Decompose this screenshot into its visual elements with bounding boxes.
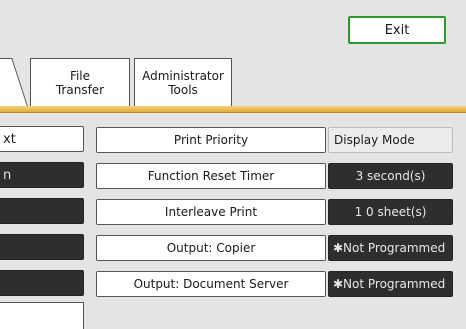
interleave-print-value: 1 0 sheet(s) bbox=[328, 199, 453, 225]
exit-button[interactable]: Exit bbox=[348, 16, 446, 44]
top-bar: Exit bbox=[0, 0, 466, 52]
left-button-2[interactable]: n bbox=[0, 162, 84, 188]
tab-admin-line1: Administrator bbox=[142, 68, 224, 83]
tab-file-transfer[interactable]: File Transfer bbox=[30, 58, 130, 106]
output-document-server-button[interactable]: Output: Document Server bbox=[96, 271, 326, 297]
output-copier-value: ✱Not Programmed bbox=[328, 235, 453, 261]
tab-admin-line2: Tools bbox=[168, 82, 198, 97]
left-button-6[interactable] bbox=[0, 302, 84, 329]
tab-divider bbox=[0, 106, 466, 113]
function-reset-timer-value: 3 second(s) bbox=[328, 163, 453, 189]
left-button-3[interactable] bbox=[0, 198, 84, 224]
left-button-1[interactable]: xt bbox=[0, 126, 84, 152]
output-copier-button[interactable]: Output: Copier bbox=[96, 235, 326, 261]
printer-settings-screen: Exit File Transfer Administrator Tools x… bbox=[0, 0, 466, 329]
left-button-4[interactable] bbox=[0, 234, 84, 260]
tab-file-transfer-line1: File bbox=[69, 68, 91, 83]
tab-file-transfer-line2: Transfer bbox=[55, 82, 105, 97]
tab-partial[interactable] bbox=[0, 58, 28, 106]
output-document-server-value: ✱Not Programmed bbox=[328, 271, 453, 297]
function-reset-timer-button[interactable]: Function Reset Timer bbox=[96, 163, 326, 189]
print-priority-value: Display Mode bbox=[328, 127, 453, 153]
print-priority-button[interactable]: Print Priority bbox=[96, 127, 326, 153]
tab-administrator-tools[interactable]: Administrator Tools bbox=[134, 58, 232, 106]
left-button-5[interactable] bbox=[0, 270, 84, 296]
interleave-print-button[interactable]: Interleave Print bbox=[96, 199, 326, 225]
